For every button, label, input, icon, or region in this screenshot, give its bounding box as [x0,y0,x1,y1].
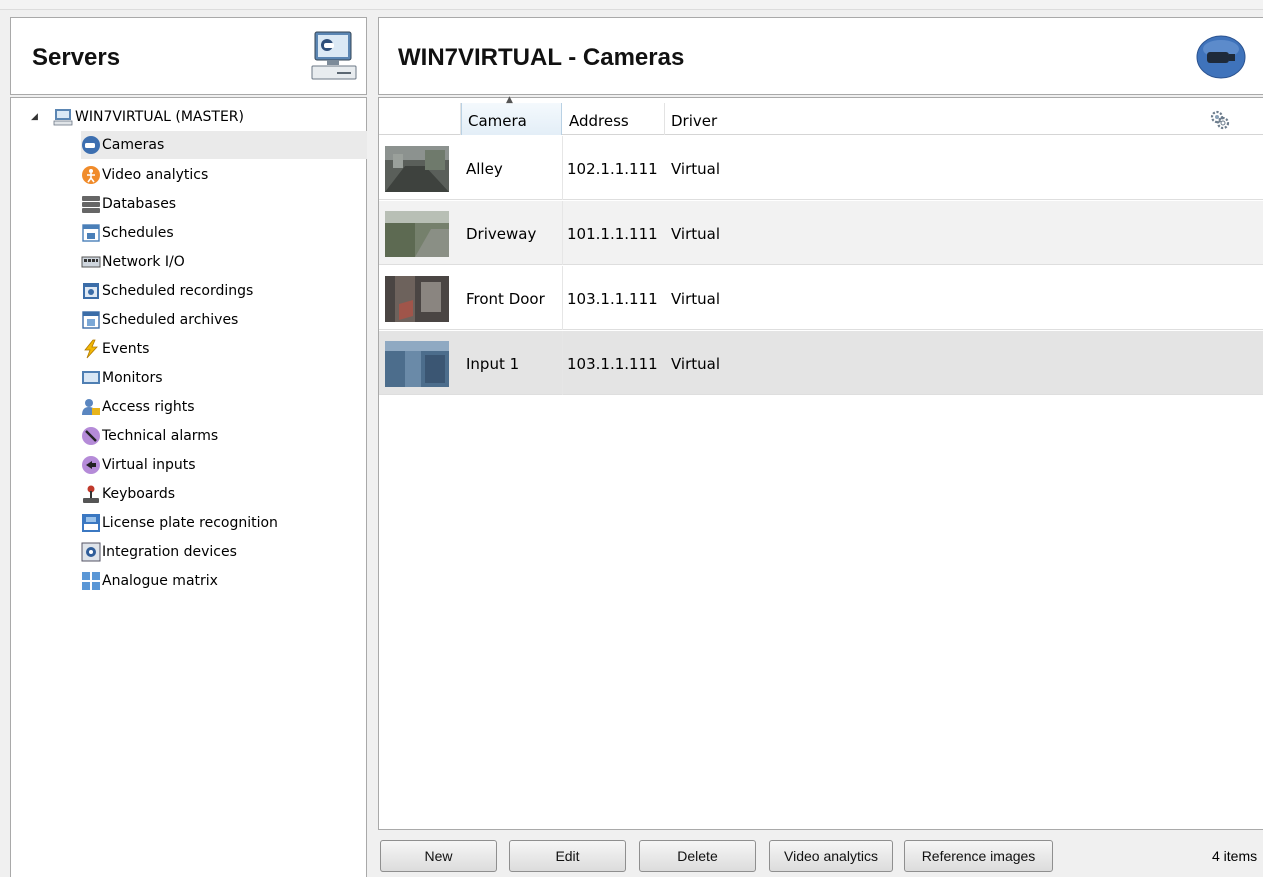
license-plate-icon [82,514,100,532]
matrix-grid-icon [82,572,100,590]
monitor-icon [82,371,100,384]
expand-arrow-icon[interactable]: ◢ [31,112,41,122]
camera-driver: Virtual [671,225,721,243]
camera-driver: Virtual [671,160,721,178]
column-header-camera[interactable]: ▲ Camera [461,95,562,135]
reference-images-button[interactable]: Reference images [904,840,1053,872]
tree-item-label: Analogue matrix [102,573,218,589]
tree-item-license-plate-recognition[interactable]: License plate recognition [81,509,311,537]
servers-title: Servers [32,44,121,71]
lightning-icon [84,339,98,359]
server-computer-icon [311,31,357,80]
window-top-strip [0,0,1263,10]
column-header-label: Address [569,112,629,130]
joystick-icon [83,485,99,503]
network-io-icon [81,256,101,268]
camera-thumbnail [385,276,449,322]
tree-root-server[interactable]: ◢ WIN7VIRTUAL (MASTER) [31,106,244,128]
tree-item-label: Scheduled recordings [102,283,254,299]
video-analytics-icon [82,166,100,184]
tree-item-events[interactable]: Events [81,335,311,363]
new-button[interactable]: New [380,840,497,872]
tree-item-technical-alarms[interactable]: Technical alarms [81,422,311,450]
tree-item-label: Integration devices [102,544,237,560]
table-header: ▲ Camera Address Driver [379,95,1263,135]
tree-item-label: Monitors [102,370,163,386]
tree-item-keyboards[interactable]: Keyboards [81,480,311,508]
sort-ascending-icon: ▲ [506,95,513,105]
cameras-table: ▲ Camera Address Driver Alley 102.1.1.11… [378,95,1263,830]
tree-item-label: Technical alarms [102,428,219,444]
tree-item-cameras[interactable]: Cameras [81,131,367,159]
camera-name: Alley [466,160,503,178]
tree-item-databases[interactable]: Databases [81,190,311,218]
tree-item-label: Network I/O [102,254,185,270]
camera-name: Front Door [466,290,545,308]
column-settings-button[interactable] [1209,103,1239,135]
camera-address: 101.1.1.111 [567,225,658,243]
tree-item-access-rights[interactable]: Access rights [81,393,311,421]
camera-thumbnail [385,211,449,257]
table-row[interactable]: Alley 102.1.1.111 Virtual [379,136,1263,200]
server-tree: ◢ WIN7VIRTUAL (MASTER) Cameras Video ana… [10,97,367,877]
wrench-icon [82,427,100,445]
table-row[interactable]: Driveway 101.1.1.111 Virtual [379,201,1263,265]
video-analytics-button[interactable]: Video analytics [769,840,893,872]
server-icon [53,109,73,126]
servers-header: Servers [10,17,367,95]
edit-button[interactable]: Edit [509,840,626,872]
camera-address: 103.1.1.111 [567,290,658,308]
tree-item-scheduled-archives[interactable]: Scheduled archives [81,306,311,334]
tree-item-label: Access rights [102,399,195,415]
column-header-label: Camera [468,112,527,130]
scheduled-recordings-icon [83,283,99,299]
tree-item-label: Scheduled archives [102,312,239,328]
table-row[interactable]: Input 1 103.1.1.111 Virtual [379,331,1263,395]
camera-icon [82,136,100,154]
column-header-label: Driver [671,112,718,130]
camera-name: Input 1 [466,355,520,373]
database-icon [82,196,100,213]
cameras-header: WIN7VIRTUAL - Cameras [378,17,1263,95]
item-count-status: 4 items [1212,848,1258,864]
table-row[interactable]: Front Door 103.1.1.111 Virtual [379,266,1263,330]
column-header-thumbnail[interactable] [379,103,461,135]
tree-item-label: Video analytics [102,167,209,183]
tree-root-label: WIN7VIRTUAL (MASTER) [75,109,244,125]
tree-item-schedules[interactable]: Schedules [81,219,311,247]
camera-driver: Virtual [671,290,721,308]
camera-thumbnail [385,146,449,192]
column-header-address[interactable]: Address [563,103,665,135]
delete-button[interactable]: Delete [639,840,756,872]
user-lock-icon [82,399,100,415]
tree-item-label: Keyboards [102,486,176,502]
integration-device-icon [81,542,101,562]
camera-address: 102.1.1.111 [567,160,658,178]
camera-driver: Virtual [671,355,721,373]
tree-item-monitors[interactable]: Monitors [81,364,311,392]
gears-icon [1210,110,1230,130]
camera-icon [1196,35,1246,79]
tree-item-label: Cameras [102,137,165,153]
tree-item-label: Virtual inputs [102,457,196,473]
scheduled-archives-icon [82,311,100,329]
calendar-icon [82,224,100,242]
camera-address: 103.1.1.111 [567,355,658,373]
tree-item-scheduled-recordings[interactable]: Scheduled recordings [81,277,311,305]
tree-item-label: License plate recognition [102,515,278,531]
page-title: WIN7VIRTUAL - Cameras [398,44,685,71]
tree-item-analogue-matrix[interactable]: Analogue matrix [81,567,311,595]
tree-item-label: Schedules [102,225,174,241]
camera-name: Driveway [466,225,537,243]
tree-item-virtual-inputs[interactable]: Virtual inputs [81,451,311,479]
tree-item-network-io[interactable]: Network I/O [81,248,311,276]
tree-item-video-analytics[interactable]: Video analytics [81,161,311,189]
virtual-input-icon [82,456,100,474]
tree-item-integration-devices[interactable]: Integration devices [81,538,311,566]
tree-item-label: Databases [102,196,177,212]
column-header-driver[interactable]: Driver [665,103,1225,135]
camera-thumbnail [385,341,449,387]
tree-item-label: Events [102,341,150,357]
